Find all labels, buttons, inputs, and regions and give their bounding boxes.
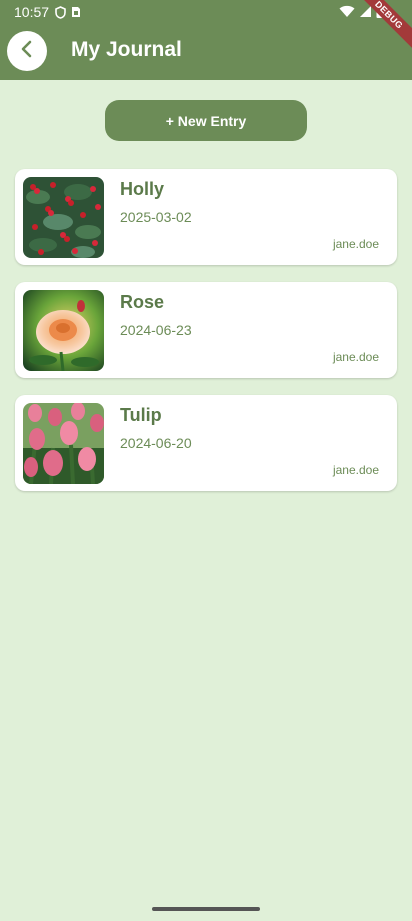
status-time: 10:57 (14, 4, 50, 20)
status-bar: 10:57 (0, 0, 412, 24)
journal-entry-card[interactable]: Tulip 2024-06-20 jane.doe (15, 395, 397, 491)
app-bar: My Journal (0, 24, 412, 80)
entry-date: 2024-06-23 (120, 322, 192, 338)
entry-title: Holly (120, 179, 165, 199)
holly-photo (23, 177, 104, 258)
shield-icon (55, 5, 66, 19)
home-indicator[interactable] (152, 907, 260, 911)
sim-card-icon (71, 6, 81, 18)
entry-author: jane.doe (332, 350, 379, 364)
journal-entry-card[interactable]: Holly 2025-03-02 jane.doe (15, 169, 397, 265)
page-title: My Journal (71, 38, 182, 61)
entry-author: jane.doe (332, 237, 379, 251)
journal-entry-card[interactable]: Rose 2024-06-23 jane.doe (15, 282, 397, 378)
back-button[interactable] (7, 31, 47, 71)
arrow-back-icon (18, 40, 36, 63)
new-entry-button[interactable]: + New Entry (105, 100, 307, 141)
wifi-icon (339, 5, 355, 21)
entry-title: Tulip (120, 405, 162, 425)
entry-date: 2025-03-02 (120, 209, 192, 225)
entry-title: Rose (120, 292, 165, 312)
entry-date: 2024-06-20 (120, 435, 192, 451)
rose-photo (23, 290, 104, 371)
journal-entry-list: Holly 2025-03-02 jane.doe Rose 2024-06-2… (15, 169, 397, 508)
entry-author: jane.doe (332, 463, 379, 477)
tulip-photo (23, 403, 104, 484)
